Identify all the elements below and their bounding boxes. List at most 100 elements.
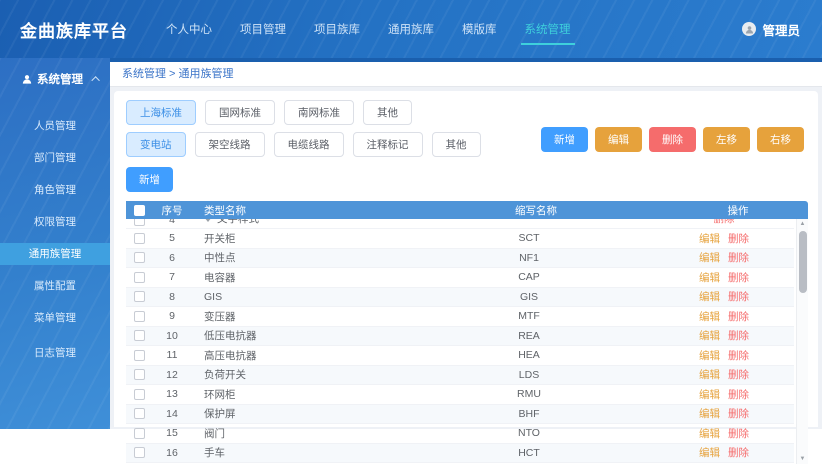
move-left-button[interactable]: 左移 bbox=[703, 127, 750, 152]
table-scrollbar[interactable]: ▲ ▼ bbox=[796, 219, 808, 464]
row-checkbox[interactable] bbox=[134, 311, 145, 322]
table-body: 4 文字样式 删除 5 开关柜 SCT 编辑删除 6 中性点 NF1 bbox=[126, 219, 808, 464]
row-delete-link[interactable]: 删除 bbox=[728, 291, 749, 303]
user-menu[interactable]: 管理员 bbox=[742, 0, 800, 58]
col-header-name: 类型名称 bbox=[192, 203, 404, 218]
sidebar-title[interactable]: 系统管理 bbox=[0, 58, 110, 101]
tab-southerngrid-standard[interactable]: 南网标准 bbox=[284, 100, 354, 125]
row-edit-link[interactable]: 编辑 bbox=[699, 233, 720, 245]
row-delete-link[interactable]: 删除 bbox=[728, 350, 749, 362]
app-logo: 金曲族库平台 bbox=[0, 17, 166, 42]
nav-project-library[interactable]: 项目族库 bbox=[314, 0, 360, 58]
row-delete-link[interactable]: 删除 bbox=[728, 447, 749, 459]
category-delete-button[interactable]: 删除 bbox=[649, 127, 696, 152]
user-avatar-icon bbox=[742, 22, 756, 36]
row-delete-link[interactable]: 删除 bbox=[728, 389, 749, 401]
nav-template-library[interactable]: 模版库 bbox=[462, 0, 497, 58]
category-edit-button[interactable]: 编辑 bbox=[595, 127, 642, 152]
row-edit-link[interactable]: 编辑 bbox=[699, 272, 720, 284]
table-row[interactable]: 16 手车 HCT 编辑删除 bbox=[126, 444, 794, 464]
row-checkbox[interactable] bbox=[134, 330, 145, 341]
row-checkbox[interactable] bbox=[134, 369, 145, 380]
nav-general-library[interactable]: 通用族库 bbox=[388, 0, 434, 58]
table-row[interactable]: 13 环网柜 RMU 编辑删除 bbox=[126, 385, 794, 405]
row-edit-link[interactable]: 编辑 bbox=[699, 330, 720, 342]
row-delete-link[interactable]: 删除 bbox=[728, 330, 749, 342]
tab-annotation[interactable]: 注释标记 bbox=[353, 132, 423, 157]
row-delete-link[interactable]: 删除 bbox=[728, 252, 749, 264]
sidebar-item-personnel[interactable]: 人员管理 bbox=[0, 115, 110, 137]
table-row[interactable]: 14 保护屏 BHF 编辑删除 bbox=[126, 405, 794, 425]
table-row[interactable]: 7 电容器 CAP 编辑删除 bbox=[126, 268, 794, 288]
sidebar-item-general-family[interactable]: 通用族管理 bbox=[0, 243, 110, 265]
sidebar-item-role[interactable]: 角色管理 bbox=[0, 179, 110, 201]
sidebar-item-permission[interactable]: 权限管理 bbox=[0, 211, 110, 233]
row-edit-link[interactable]: 编辑 bbox=[699, 369, 720, 381]
row-edit-link[interactable]: 编辑 bbox=[699, 350, 720, 362]
tab-substation[interactable]: 变电站 bbox=[126, 132, 186, 157]
tab-overhead-line[interactable]: 架空线路 bbox=[195, 132, 265, 157]
sidebar-item-log[interactable]: 日志管理 bbox=[0, 342, 110, 364]
sidebar-item-menu[interactable]: 菜单管理 bbox=[0, 307, 110, 329]
row-edit-link[interactable]: 编辑 bbox=[699, 408, 720, 420]
row-checkbox[interactable] bbox=[134, 350, 145, 361]
nav-personal-center[interactable]: 个人中心 bbox=[166, 0, 212, 58]
sidebar-item-department[interactable]: 部门管理 bbox=[0, 147, 110, 169]
chevron-down-icon[interactable] bbox=[204, 219, 212, 222]
row-checkbox[interactable] bbox=[134, 447, 145, 458]
chevron-up-icon[interactable] bbox=[91, 76, 99, 84]
table-header-row: 序号 类型名称 缩写名称 操作 bbox=[126, 201, 808, 219]
row-delete-link[interactable]: 删除 bbox=[728, 272, 749, 284]
category-toolbar: 新增 编辑 删除 左移 右移 bbox=[541, 127, 804, 152]
main-content: 系统管理 > 通用族管理 上海标准 国网标准 南网标准 其他 变电站 架空线路 … bbox=[110, 58, 822, 429]
row-edit-link[interactable]: 编辑 bbox=[699, 389, 720, 401]
select-all-checkbox[interactable] bbox=[134, 205, 145, 216]
row-checkbox[interactable] bbox=[134, 291, 145, 302]
row-delete-link[interactable]: 删除 bbox=[728, 408, 749, 420]
content-panel: 上海标准 国网标准 南网标准 其他 变电站 架空线路 电缆线路 注释标记 其他 … bbox=[114, 91, 818, 427]
tab-cable-line[interactable]: 电缆线路 bbox=[274, 132, 344, 157]
row-checkbox[interactable] bbox=[134, 272, 145, 283]
row-delete-link[interactable]: 删除 bbox=[728, 311, 749, 323]
table-row[interactable]: 6 中性点 NF1 编辑删除 bbox=[126, 249, 794, 269]
table-row[interactable]: 5 开关柜 SCT 编辑删除 bbox=[126, 229, 794, 249]
row-delete-link[interactable]: 删除 bbox=[728, 369, 749, 381]
row-checkbox[interactable] bbox=[134, 408, 145, 419]
tab-stategrid-standard[interactable]: 国网标准 bbox=[205, 100, 275, 125]
table-row[interactable]: 12 负荷开关 LDS 编辑删除 bbox=[126, 366, 794, 386]
sidebar-menu: 人员管理 部门管理 角色管理 权限管理 通用族管理 属性配置 菜单管理 日志管理 bbox=[0, 115, 110, 364]
table-row[interactable]: 15 阀门 NTO 编辑删除 bbox=[126, 424, 794, 444]
row-edit-link[interactable]: 编辑 bbox=[699, 291, 720, 303]
scroll-up-icon[interactable]: ▲ bbox=[797, 219, 808, 229]
move-right-button[interactable]: 右移 bbox=[757, 127, 804, 152]
row-checkbox[interactable] bbox=[134, 219, 145, 226]
tab-category-other[interactable]: 其他 bbox=[432, 132, 481, 157]
category-add-button[interactable]: 新增 bbox=[541, 127, 588, 152]
add-type-button[interactable]: 新增 bbox=[126, 167, 173, 192]
row-edit-link[interactable]: 编辑 bbox=[699, 447, 720, 459]
row-checkbox[interactable] bbox=[134, 252, 145, 263]
table-row[interactable]: 4 文字样式 删除 bbox=[126, 219, 794, 229]
row-delete-link[interactable]: 删除 bbox=[728, 428, 749, 440]
sidebar-item-attribute-config[interactable]: 属性配置 bbox=[0, 275, 110, 297]
row-checkbox[interactable] bbox=[134, 389, 145, 400]
col-header-index: 序号 bbox=[152, 203, 192, 218]
row-edit-link[interactable]: 编辑 bbox=[699, 252, 720, 264]
table-row[interactable]: 9 变压器 MTF 编辑删除 bbox=[126, 307, 794, 327]
scroll-down-icon[interactable]: ▼ bbox=[797, 454, 808, 464]
nav-project-management[interactable]: 项目管理 bbox=[240, 0, 286, 58]
table-row[interactable]: 11 高压电抗器 HEA 编辑删除 bbox=[126, 346, 794, 366]
row-checkbox[interactable] bbox=[134, 428, 145, 439]
scrollbar-thumb[interactable] bbox=[799, 231, 807, 293]
row-checkbox[interactable] bbox=[134, 233, 145, 244]
row-edit-link[interactable]: 编辑 bbox=[699, 311, 720, 323]
row-delete-link[interactable]: 删除 bbox=[714, 219, 735, 225]
nav-system-management[interactable]: 系统管理 bbox=[525, 0, 571, 58]
breadcrumb: 系统管理 > 通用族管理 bbox=[110, 62, 822, 87]
row-edit-link[interactable]: 编辑 bbox=[699, 428, 720, 440]
tab-standard-other[interactable]: 其他 bbox=[363, 100, 412, 125]
table-row[interactable]: 8 GIS GIS 编辑删除 bbox=[126, 288, 794, 308]
row-delete-link[interactable]: 删除 bbox=[728, 233, 749, 245]
tab-shanghai-standard[interactable]: 上海标准 bbox=[126, 100, 196, 125]
table-row[interactable]: 10 低压电抗器 REA 编辑删除 bbox=[126, 327, 794, 347]
